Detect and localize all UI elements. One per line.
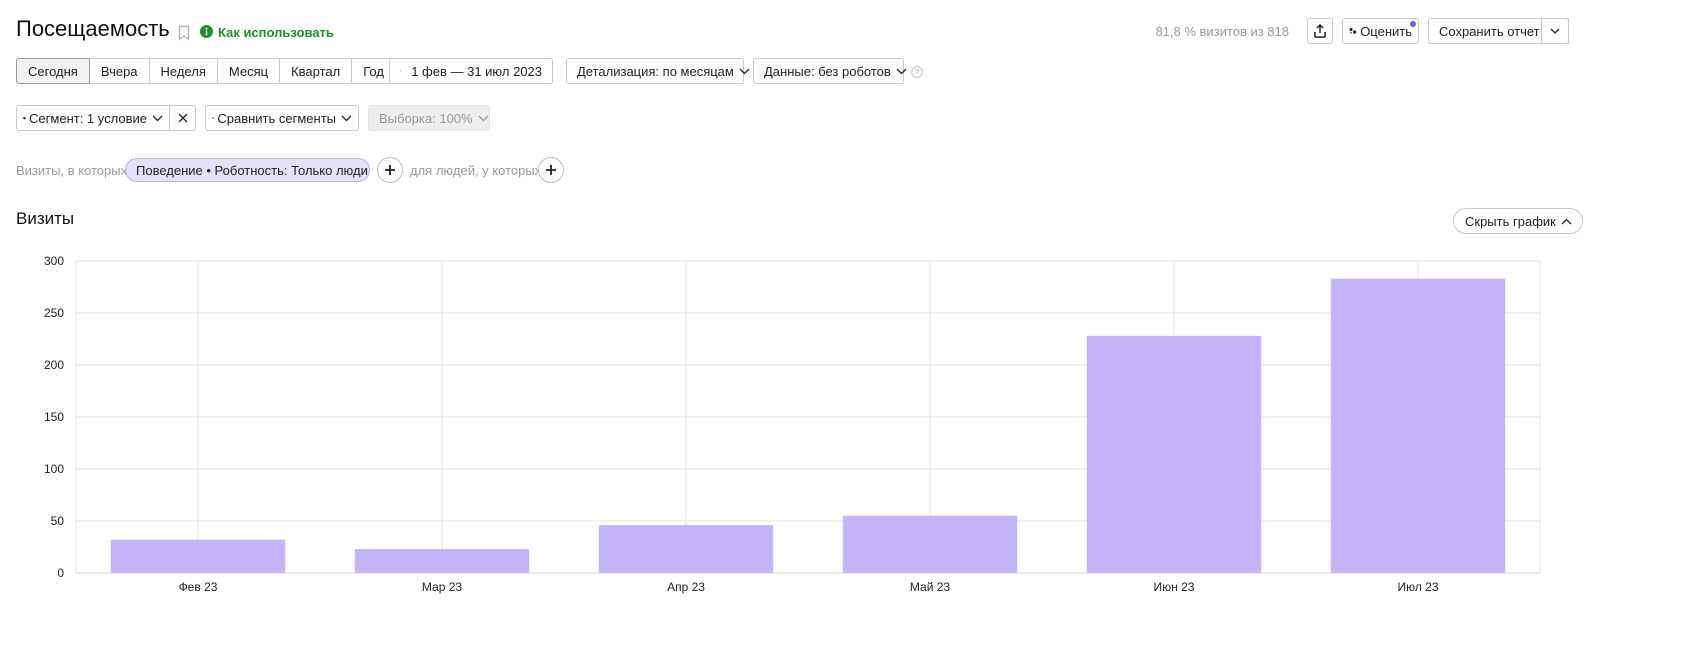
chevron-up-icon bbox=[1561, 218, 1572, 224]
hide-chart-button[interactable]: Скрыть график bbox=[1453, 208, 1583, 234]
detail-label: Детализация: по месяцам bbox=[577, 63, 734, 79]
share-button[interactable] bbox=[1307, 18, 1333, 44]
period-today[interactable]: Сегодня bbox=[16, 58, 90, 84]
y-tick-label: 50 bbox=[51, 514, 65, 528]
period-selector: Сегодня Вчера Неделя Месяц Квартал Год bbox=[16, 58, 396, 84]
y-tick-label: 0 bbox=[57, 566, 64, 580]
compare-segments-dropdown[interactable]: Сравнить сегменты bbox=[205, 105, 359, 131]
share-icon bbox=[1314, 24, 1326, 38]
date-range-button[interactable]: 1 фев — 31 июл 2023 bbox=[389, 58, 553, 84]
add-visit-condition-button[interactable] bbox=[377, 157, 403, 183]
chevron-down-icon bbox=[739, 68, 750, 74]
visits-bar-chart: 0 50 100 150 200 250 300 Фев 23 Мар 23 Апр 23 Май … bbox=[44, 254, 1541, 594]
add-people-condition-button[interactable] bbox=[538, 157, 564, 183]
save-report-dropdown[interactable] bbox=[1541, 18, 1569, 44]
bar bbox=[1086, 335, 1262, 573]
x-tick-label: Апр 23 bbox=[667, 580, 705, 594]
drops-icon bbox=[212, 116, 215, 119]
bookmark-icon[interactable] bbox=[178, 25, 190, 46]
bar bbox=[110, 539, 286, 573]
y-tick-label: 200 bbox=[44, 358, 64, 372]
date-range-label: 1 фев — 31 июл 2023 bbox=[411, 63, 542, 79]
chevron-down-icon bbox=[896, 68, 907, 74]
close-icon bbox=[178, 113, 187, 123]
period-week[interactable]: Неделя bbox=[149, 58, 218, 84]
period-month[interactable]: Месяц bbox=[217, 58, 281, 84]
bar bbox=[354, 549, 530, 573]
plus-icon bbox=[385, 165, 395, 175]
chevron-down-icon bbox=[478, 115, 489, 121]
sample-label: Выборка: 100% bbox=[379, 110, 473, 126]
filter-chip[interactable]: Поведение • Роботность: Только люди bbox=[125, 158, 370, 182]
segment-label: Сегмент: 1 условие bbox=[29, 110, 147, 126]
bar bbox=[1330, 278, 1506, 573]
y-tick-label: 150 bbox=[44, 410, 64, 424]
x-tick-label: Май 23 bbox=[910, 580, 951, 594]
plus-icon bbox=[546, 165, 556, 175]
x-tick-label: Июн 23 bbox=[1154, 580, 1195, 594]
detail-dropdown[interactable]: Детализация: по месяцам bbox=[566, 58, 750, 84]
compare-segments-label: Сравнить сегменты bbox=[217, 110, 336, 126]
x-tick-label: Июл 23 bbox=[1397, 580, 1438, 594]
period-yesterday[interactable]: Вчера bbox=[89, 58, 150, 84]
x-tick-label: Фев 23 bbox=[179, 580, 218, 594]
rate-button[interactable]: Оценить bbox=[1342, 18, 1419, 44]
filter-prefix: Визиты, в которых bbox=[16, 163, 128, 178]
calendar-icon bbox=[400, 70, 402, 72]
save-report-label: Сохранить отчет bbox=[1439, 23, 1540, 39]
visits-share-text: 81,8 % визитов из 818 bbox=[1155, 24, 1289, 39]
x-tick-label: Мар 23 bbox=[422, 580, 462, 594]
period-quarter[interactable]: Квартал bbox=[280, 58, 353, 84]
svg-text:?: ? bbox=[915, 68, 920, 77]
clear-segment-button[interactable] bbox=[169, 105, 196, 131]
sample-dropdown: Выборка: 100% bbox=[368, 105, 490, 131]
chevron-down-icon bbox=[152, 115, 163, 121]
bar bbox=[842, 515, 1018, 573]
notification-dot bbox=[1410, 21, 1416, 27]
page-title: Посещаемость bbox=[16, 16, 170, 41]
hide-chart-label: Скрыть график bbox=[1465, 213, 1556, 229]
pie-chart-icon bbox=[23, 116, 26, 120]
rate-label: Оценить bbox=[1360, 23, 1412, 39]
how-to-use-link[interactable]: Как использовать bbox=[218, 25, 334, 40]
chart-title: Визиты bbox=[16, 209, 75, 228]
help-icon[interactable]: ? bbox=[911, 65, 923, 83]
segment-dropdown[interactable]: Сегмент: 1 условие bbox=[16, 105, 170, 131]
chevron-down-icon bbox=[1550, 28, 1560, 34]
chevron-down-icon bbox=[341, 115, 352, 121]
y-tick-label: 300 bbox=[44, 254, 64, 268]
filter-chip-label: Поведение • Роботность: Только люди bbox=[136, 162, 368, 178]
people-prefix: для людей, у которых bbox=[410, 163, 542, 178]
info-icon bbox=[200, 25, 213, 43]
y-tick-label: 100 bbox=[44, 462, 64, 476]
data-filter-dropdown[interactable]: Данные: без роботов bbox=[753, 58, 907, 84]
rate-icon bbox=[1349, 27, 1357, 34]
data-filter-label: Данные: без роботов bbox=[764, 63, 891, 79]
bar bbox=[598, 525, 774, 573]
y-tick-label: 250 bbox=[44, 306, 64, 320]
